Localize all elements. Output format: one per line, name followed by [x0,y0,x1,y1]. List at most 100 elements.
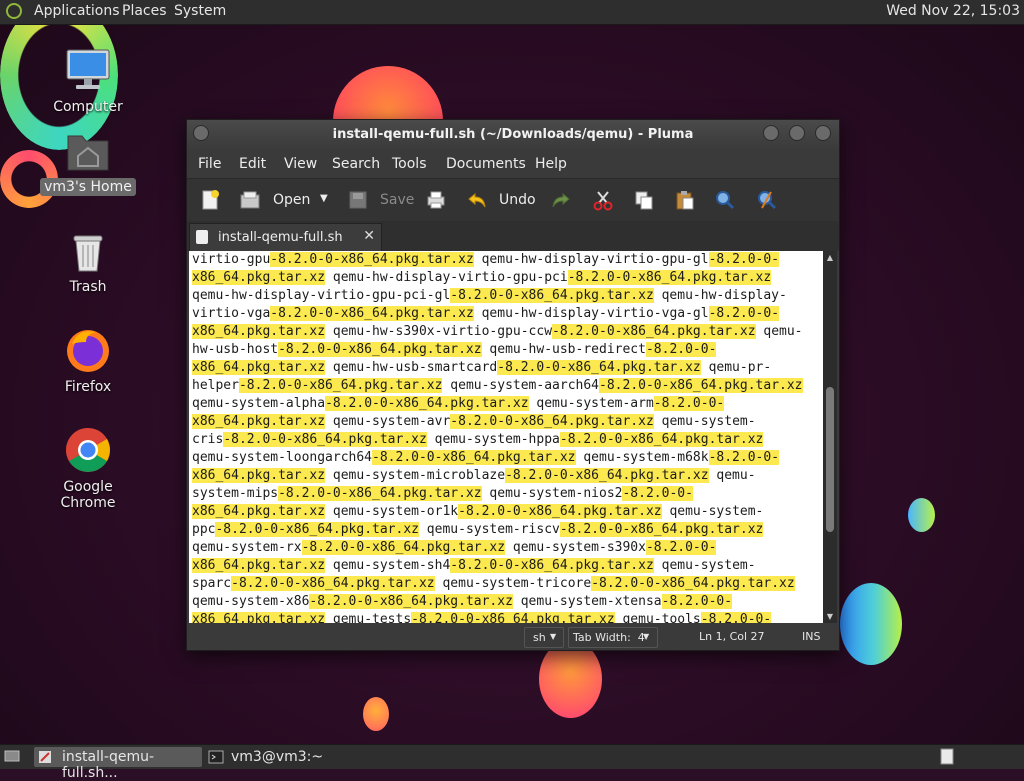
redo-icon[interactable] [550,189,572,211]
menu-file[interactable]: File [198,156,221,172]
code-text: qemu-system-tricore [434,576,592,591]
menu-view[interactable]: View [284,156,317,172]
scrollbar-thumb[interactable] [826,387,834,532]
scroll-down-icon[interactable]: ▼ [825,612,835,621]
code-text: qemu-system-rx [192,540,302,555]
chrome-icon [64,426,112,474]
statusbar: sh ▼ Tab Width: 4 ▼ Ln 1, Col 27 INS [187,623,839,650]
menu-applications[interactable]: Applications [34,3,120,19]
highlighted-text: x86_64.pkg.tar.xz [192,612,326,623]
code-text: qemu-hw-s390x-virtio-gpu-ccw [325,324,553,339]
find-replace-icon[interactable] [756,189,778,211]
highlighted-text: -8.2.0-0- [622,486,693,501]
print-icon[interactable] [425,189,447,211]
bottom-panel: install-qemu-full.sh... vm3@vm3:~ [0,744,1024,781]
scroll-up-icon[interactable]: ▲ [825,253,835,262]
desktop-icon-computer[interactable]: Computer [33,46,143,116]
save-button[interactable]: Save [380,192,414,208]
document-tabbar: install-qemu-full.sh ✕ [187,221,839,251]
highlighted-text: -8.2.0-0-x86_64.pkg.tar.xz [450,414,654,429]
minimize-button[interactable] [763,125,779,141]
new-document-icon[interactable] [199,189,221,211]
taskbar-item-terminal[interactable]: vm3@vm3:~ [205,747,325,767]
open-dropdown-icon[interactable]: ▼ [320,193,328,204]
close-window-button[interactable] [815,125,831,141]
code-text: qemu-hw-usb-smartcard [325,360,498,375]
desktop-icon-label: Firefox [64,379,112,395]
code-text: qemu-system-arm [528,396,654,411]
cursor-position: Ln 1, Col 27 [699,630,765,643]
window-titlebar[interactable]: install-qemu-full.sh (~/Downloads/qemu) … [187,120,839,150]
menu-system[interactable]: System [174,3,226,19]
menu-help[interactable]: Help [535,156,567,172]
highlighted-text: -8.2.0-0- [645,540,717,555]
highlighted-text: -8.2.0-0-x86_64.pkg.tar.xz [301,540,506,555]
workspace-switcher-icon[interactable] [940,747,954,767]
highlighted-text: -8.2.0-0- [708,306,780,321]
code-text: qemu-system-sh4 [325,558,451,573]
wallpaper-gradient-blob [840,583,902,665]
tab-label: install-qemu-full.sh [218,230,343,245]
code-text: helper [192,378,239,393]
highlighted-text: -8.2.0-0- [661,594,733,609]
code-text: qemu-system-xtensa [512,594,662,609]
desktop-icon-trash[interactable]: Trash [33,228,143,296]
find-icon[interactable] [714,189,736,211]
document-tab[interactable]: install-qemu-full.sh ✕ [189,223,382,251]
menu-documents[interactable]: Documents [446,156,526,172]
code-text: qemu-hw-display-virtio-gpu-pci-gl [192,288,451,303]
desktop-icon-label: Google Chrome [60,479,116,511]
menu-places[interactable]: Places [122,3,167,19]
chevron-down-icon: ▼ [643,632,650,641]
code-text: system-mips [192,486,279,501]
text-editor[interactable]: virtio-gpu-8.2.0-0-x86_64.pkg.tar.xz qem… [189,251,823,623]
maximize-button[interactable] [789,125,805,141]
tab-width-label: Tab Width: 4 [573,631,645,644]
close-tab-icon[interactable]: ✕ [363,228,375,244]
wallpaper-blue-blob [908,498,935,532]
paste-icon[interactable] [674,189,696,211]
chevron-down-icon: ▼ [550,632,557,641]
language-dropdown[interactable]: sh ▼ [524,627,564,648]
highlighted-text: -8.2.0-0-x86_64.pkg.tar.xz [505,468,709,483]
pluma-icon [39,751,51,763]
copy-icon[interactable] [633,189,655,211]
taskbar-item-pluma[interactable]: install-qemu-full.sh... [34,747,202,781]
cut-icon[interactable] [592,189,614,211]
highlighted-text: -8.2.0-0-x86_64.pkg.tar.xz [325,396,529,411]
code-text: qemu-system-avr [325,414,451,429]
undo-icon[interactable] [466,189,488,211]
vertical-scrollbar[interactable]: ▲ ▼ [823,251,837,623]
menu-edit[interactable]: Edit [239,156,266,172]
desktop-icon-chrome[interactable]: Google Chrome [33,426,143,512]
save-icon[interactable] [347,189,369,211]
code-text: ppc [192,522,216,537]
open-button[interactable]: Open [273,192,310,208]
show-desktop-icon[interactable] [3,747,21,767]
desktop-icon-home[interactable]: vm3's Home [33,128,143,196]
desktop-icon-firefox[interactable]: Firefox [33,326,143,396]
terminal-icon [208,750,224,764]
highlighted-text: -8.2.0-0- [645,342,717,357]
menu-search[interactable]: Search [332,156,380,172]
desktop-icon-label: Trash [69,279,107,295]
mate-logo-icon[interactable] [6,3,22,19]
clock[interactable]: Wed Nov 22, 15:03 [886,3,1020,19]
wallpaper-orange-blob-bottom [539,640,602,718]
editor-content[interactable]: virtio-gpu-8.2.0-0-x86_64.pkg.tar.xz qem… [192,251,803,623]
highlighted-text: -8.2.0-0-x86_64.pkg.tar.xz [450,288,654,303]
code-text: qemu-system-alpha [192,396,326,411]
toolbar: Open ▼ Save Undo [187,178,839,222]
tab-width-dropdown[interactable]: Tab Width: 4 ▼ [568,627,658,648]
code-text: qemu-tools [614,612,701,623]
menu-tools[interactable]: Tools [392,156,427,172]
undo-button[interactable]: Undo [499,192,536,208]
code-text: qemu- [708,468,756,483]
open-icon[interactable] [239,189,261,211]
home-folder-icon [64,128,112,174]
highlighted-text: -8.2.0-0-x86_64.pkg.tar.xz [411,612,615,623]
highlighted-text: x86_64.pkg.tar.xz [192,468,326,483]
highlighted-text: x86_64.pkg.tar.xz [192,558,326,573]
highlighted-text: -8.2.0-0-x86_64.pkg.tar.xz [559,432,764,447]
code-text: qemu-hw-display- [653,288,787,303]
